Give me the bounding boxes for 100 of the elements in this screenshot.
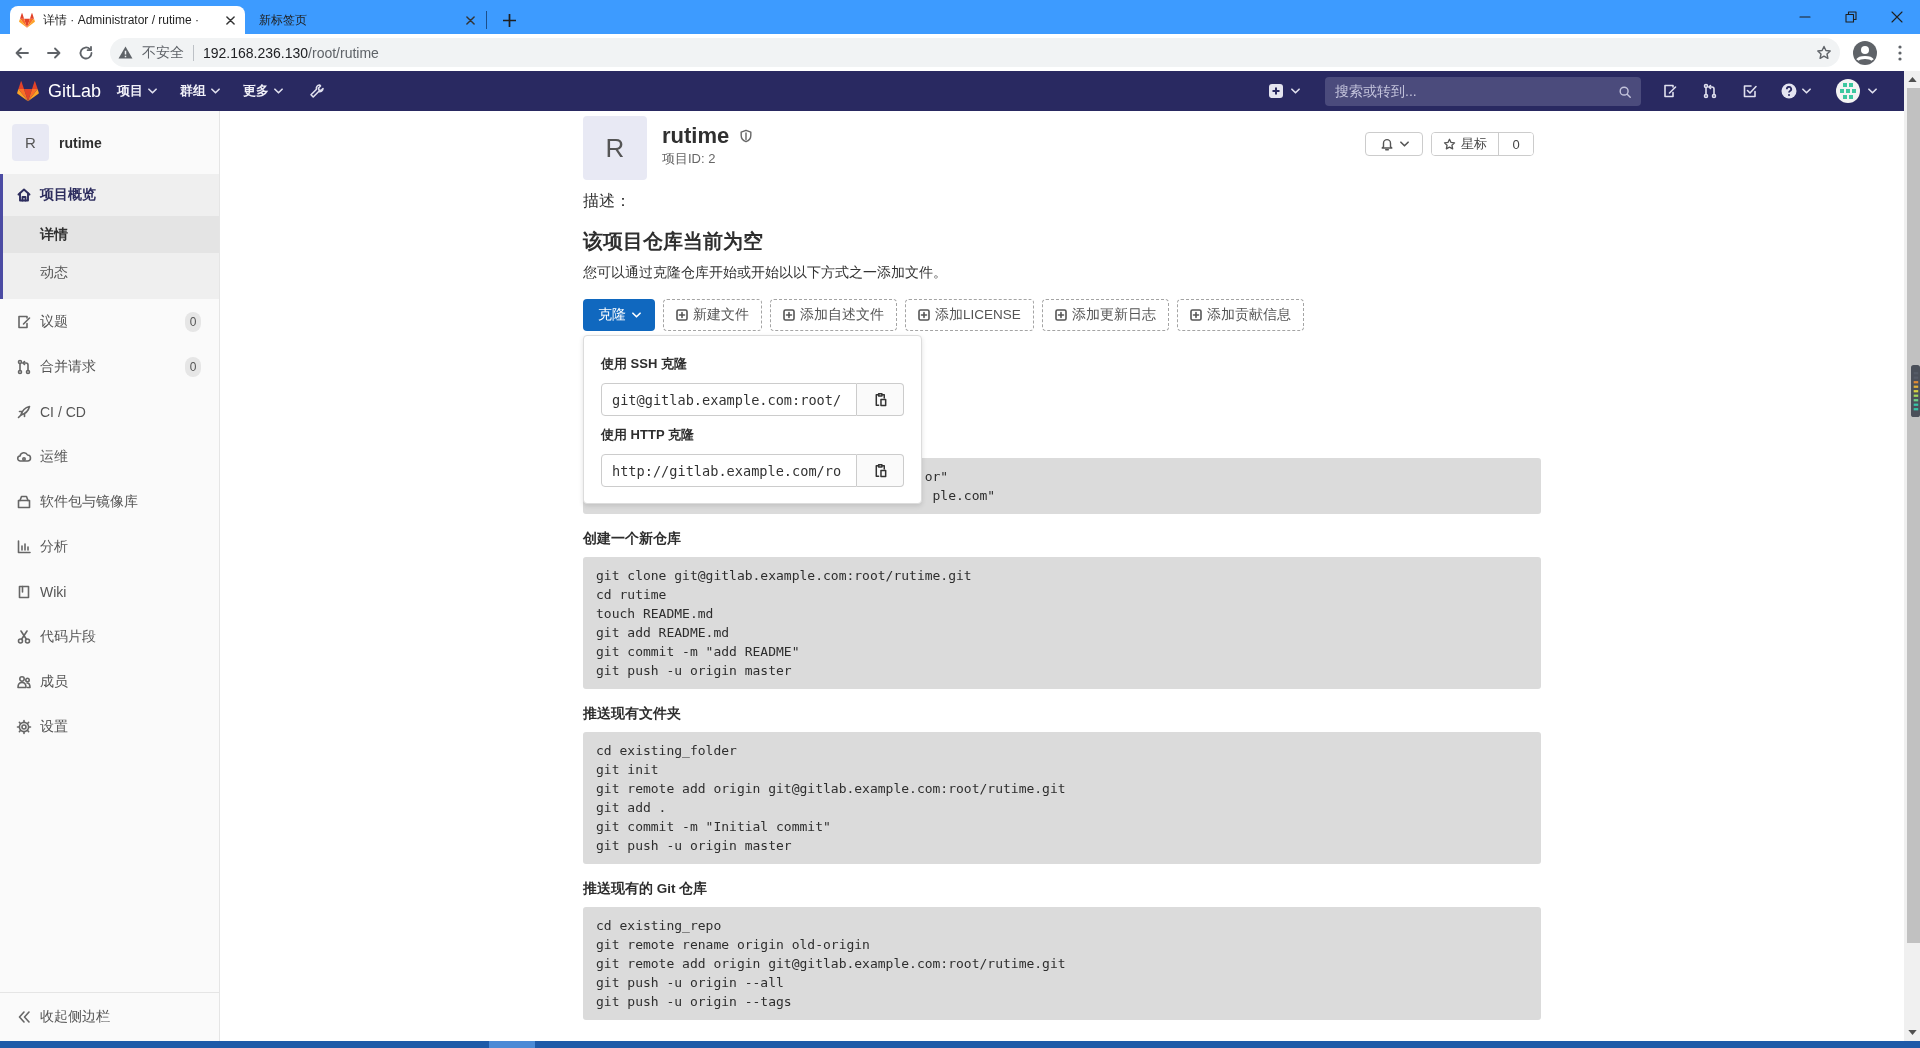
count-badge: 0	[185, 311, 201, 332]
wrench-icon[interactable]	[309, 83, 326, 99]
code-line: cd rutime	[596, 586, 667, 604]
sidebar-item[interactable]: 项目概览	[0, 174, 219, 216]
code-line: git remote add origin git@gitlab.example.com:root/rutime.git	[596, 780, 1066, 798]
shield-icon	[739, 129, 754, 143]
search-icon	[1618, 84, 1632, 99]
sidebar-item[interactable]: 议题 0	[0, 299, 219, 344]
fox-logo-icon	[19, 12, 35, 28]
add-file-button[interactable]: 新建文件	[663, 299, 762, 331]
star-icon[interactable]	[1816, 44, 1832, 61]
clone-button[interactable]: 克隆	[583, 299, 655, 331]
plus-icon[interactable]	[503, 13, 516, 27]
chevron-down-icon	[148, 88, 158, 94]
nav-menu-button[interactable]: 群组	[170, 75, 231, 107]
copy-button[interactable]	[857, 454, 904, 487]
section-title: 推送现有文件夹	[583, 705, 682, 723]
chevron-down-icon	[631, 312, 641, 318]
sidebar-item[interactable]: 软件包与镜像库	[0, 479, 219, 524]
code-line: git add .	[596, 799, 667, 817]
plus-square-icon	[783, 309, 795, 321]
bar-chart-icon	[16, 538, 32, 555]
sidebar-subitem[interactable]: 动态	[0, 253, 219, 299]
security-label: 不安全	[142, 43, 184, 62]
section-title: 创建一个新仓库	[583, 530, 682, 548]
address-bar[interactable]: 不安全 192.168.236.130/root/rutime	[110, 38, 1840, 67]
code-line: ple.com"	[932, 487, 996, 505]
double-chevron-left-icon	[16, 1009, 32, 1025]
add-file-button[interactable]: 添加更新日志	[1041, 299, 1169, 331]
chevron-down-icon	[1291, 88, 1300, 94]
empty-repo-heading: 该项目仓库当前为空	[583, 229, 764, 254]
clone-option-label: 使用 SSH 克隆	[601, 355, 688, 373]
brand-name[interactable]: GitLab	[48, 80, 102, 102]
browser-tab[interactable]: 详情 · Administrator / rutime ·	[10, 6, 245, 34]
settings-icon	[16, 718, 32, 735]
arrow-up-icon[interactable]	[1907, 77, 1917, 82]
add-file-button[interactable]: 添加贡献信息	[1176, 299, 1304, 331]
bell-icon	[1379, 137, 1394, 151]
description-label: 描述：	[583, 191, 632, 211]
code-line: git add README.md	[596, 624, 730, 642]
code-line: git push -u origin --tags	[596, 993, 792, 1011]
level-meter-icon	[1911, 362, 1920, 420]
clone-url-field[interactable]: git@gitlab.example.com:root/	[601, 383, 857, 416]
sidebar-item[interactable]: 成员	[0, 659, 219, 704]
chevron-down-icon	[1867, 88, 1877, 94]
scrollbar[interactable]	[1904, 71, 1920, 1041]
checkbox-tick-icon	[1742, 83, 1758, 99]
more-icon[interactable]	[1898, 44, 1902, 61]
search-field[interactable]: 搜索或转到...	[1325, 76, 1641, 106]
chevron-down-icon	[274, 88, 284, 94]
star-count[interactable]: 0	[1498, 133, 1533, 155]
plus-square-icon	[1189, 309, 1202, 321]
project-title: rutime	[662, 123, 730, 149]
add-file-button[interactable]: 添加LICENSE	[905, 299, 1034, 331]
nav-menu-button[interactable]: 更多	[233, 75, 294, 107]
browser-tab[interactable]: 新标签页	[250, 6, 485, 34]
house-icon	[16, 187, 32, 203]
sidebar-item[interactable]: Wiki	[0, 569, 219, 614]
project-name[interactable]: rutime	[59, 134, 102, 151]
warning-icon	[118, 46, 133, 59]
plus-square-icon	[676, 309, 688, 321]
users-icon	[16, 673, 32, 690]
sidebar-item[interactable]: 运维	[0, 434, 219, 479]
sidebar-subitem[interactable]: 详情	[0, 216, 219, 253]
url-text: 192.168.236.130/root/rutime	[203, 44, 379, 61]
count-badge: 0	[185, 356, 201, 377]
code-line: git remote add origin git@gitlab.example.com:root/rutime.git	[596, 955, 1066, 973]
reload-icon[interactable]	[78, 44, 94, 61]
issues-icon	[16, 313, 32, 330]
help-icon	[1781, 83, 1797, 99]
chevron-down-icon	[1802, 88, 1811, 94]
rocket-icon	[16, 403, 32, 420]
code-line: git commit -m "Initial commit"	[596, 818, 831, 836]
profile-icon[interactable]	[1853, 40, 1877, 65]
plus-square-icon	[1054, 309, 1067, 321]
code-line: git push -u origin --all	[596, 974, 784, 992]
code-line: cd existing_repo	[596, 917, 722, 935]
code-line: cd existing_folder	[596, 742, 737, 760]
close-icon[interactable]	[1891, 11, 1903, 23]
close-icon[interactable]	[226, 15, 235, 25]
section-title: 推送现有的 Git 仓库	[583, 880, 709, 898]
sidebar-item[interactable]: 代码片段	[0, 614, 219, 659]
scrollbar-thumb[interactable]	[1906, 88, 1920, 943]
arrow-down-icon[interactable]	[1907, 1030, 1917, 1035]
book-icon	[16, 583, 32, 600]
copy-button[interactable]	[857, 383, 904, 416]
sidebar-item[interactable]: 设置	[0, 704, 219, 749]
sidebar-item[interactable]: 分析	[0, 524, 219, 569]
nav-menu-button[interactable]: 项目	[107, 75, 168, 107]
sidebar-item[interactable]: CI / CD	[0, 389, 219, 434]
fox-logo-icon[interactable]	[17, 80, 39, 102]
add-file-button[interactable]: 添加自述文件	[770, 299, 897, 331]
plus-square-icon	[918, 309, 930, 321]
notification-button[interactable]	[1365, 132, 1423, 156]
sidebar-item[interactable]: 合并请求 0	[0, 344, 219, 389]
restore-icon[interactable]	[1845, 11, 1857, 23]
clone-url-field[interactable]: http://gitlab.example.com/ro	[601, 454, 857, 487]
project-avatar[interactable]: R	[12, 124, 49, 161]
code-line: or"	[924, 468, 949, 486]
empty-repo-hint: 您可以通过克隆仓库开始或开始以以下方式之一添加文件。	[583, 264, 948, 282]
